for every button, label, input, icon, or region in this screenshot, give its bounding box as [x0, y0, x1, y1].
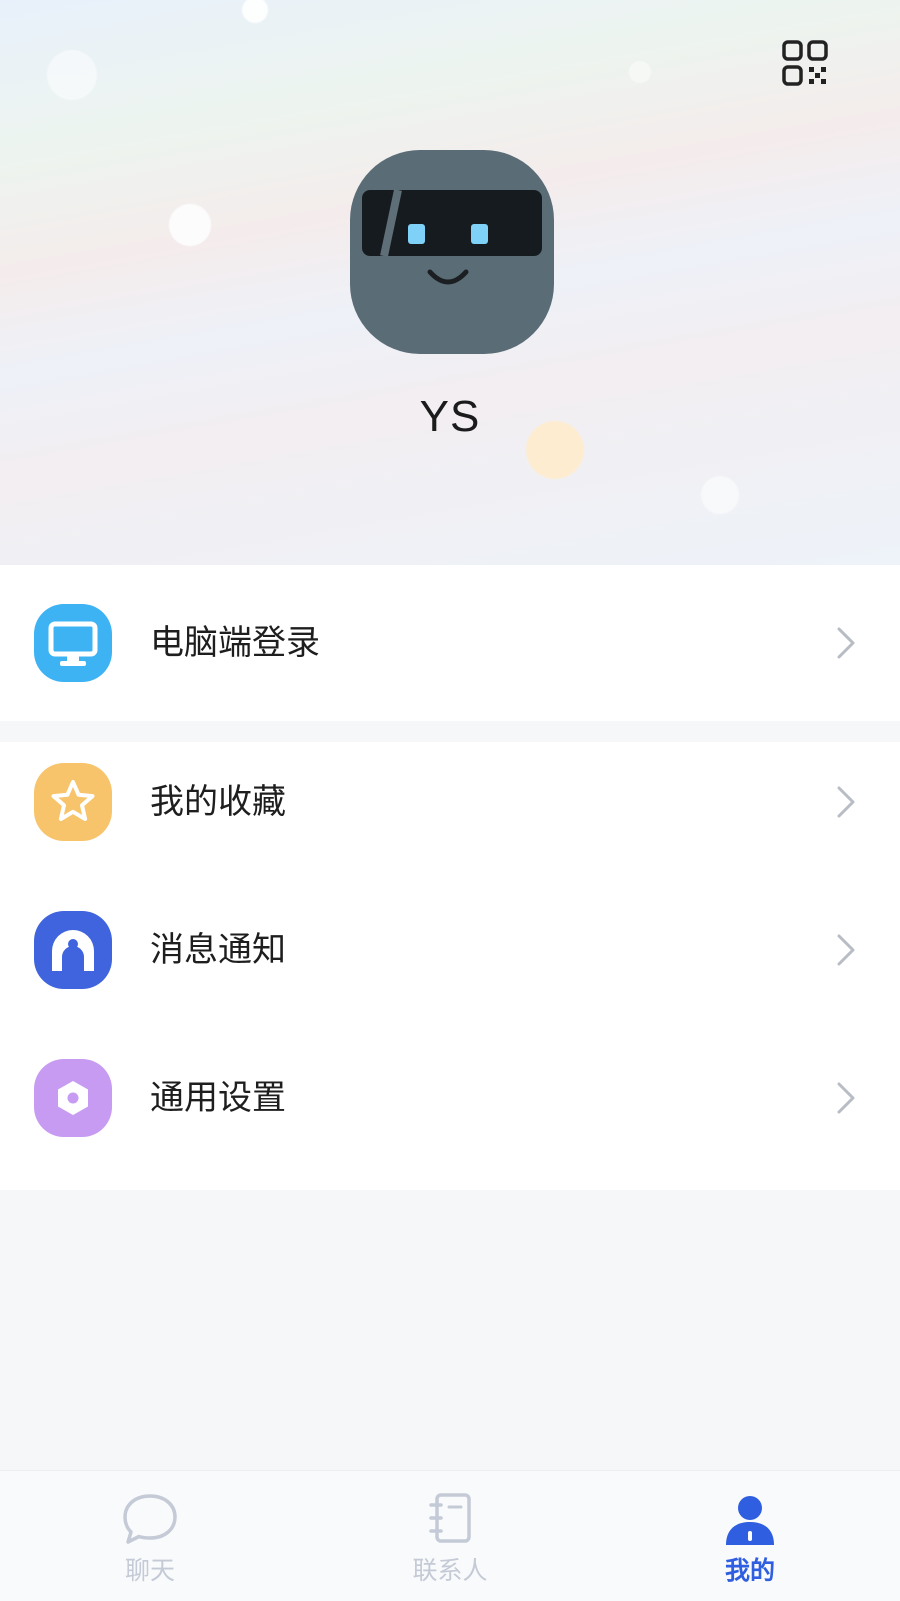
menu-item-label: 消息通知: [150, 930, 286, 970]
tab-label: 联系人: [412, 1556, 488, 1585]
star-icon: [34, 763, 112, 841]
avatar[interactable]: [350, 150, 554, 354]
chevron-right-icon: [837, 1082, 855, 1114]
chevron-right-icon: [837, 786, 855, 818]
menu-item-pc-login[interactable]: 电脑端登录: [0, 583, 900, 703]
menu-item-notifications[interactable]: 消息通知: [0, 890, 900, 1010]
person-icon: [726, 1496, 774, 1545]
menu-item-favorites[interactable]: 我的收藏: [0, 742, 900, 862]
menu-item-label: 电脑端登录: [150, 623, 320, 663]
contacts-book-icon: [429, 1493, 471, 1543]
qr-code-icon: [782, 40, 828, 86]
bottom-tab-bar: 聊天 联系人 我的: [0, 1470, 900, 1601]
menu-group-login: 电脑端登录: [0, 565, 900, 721]
tab-contacts[interactable]: 联系人: [300, 1471, 600, 1601]
menu-group-main: 我的收藏 消息通知 通用设置: [0, 742, 900, 1190]
username: YS: [419, 392, 481, 441]
profile-header: YS: [0, 0, 900, 565]
tab-label: 我的: [724, 1556, 775, 1585]
monitor-icon: [34, 604, 112, 682]
chevron-right-icon: [837, 934, 855, 966]
qr-code-button[interactable]: [782, 40, 828, 86]
menu-item-label: 通用设置: [150, 1078, 286, 1118]
chat-bubble-icon: [123, 1494, 177, 1544]
tab-chat[interactable]: 聊天: [0, 1471, 300, 1601]
chevron-right-icon: [837, 627, 855, 659]
tab-me[interactable]: 我的: [600, 1471, 900, 1601]
settings-hexagon-icon: [34, 1059, 112, 1137]
menu-item-settings[interactable]: 通用设置: [0, 1038, 900, 1158]
menu-item-label: 我的收藏: [150, 782, 286, 822]
notification-icon: [34, 911, 112, 989]
tab-label: 聊天: [124, 1556, 175, 1585]
robot-avatar-icon: [350, 150, 554, 354]
